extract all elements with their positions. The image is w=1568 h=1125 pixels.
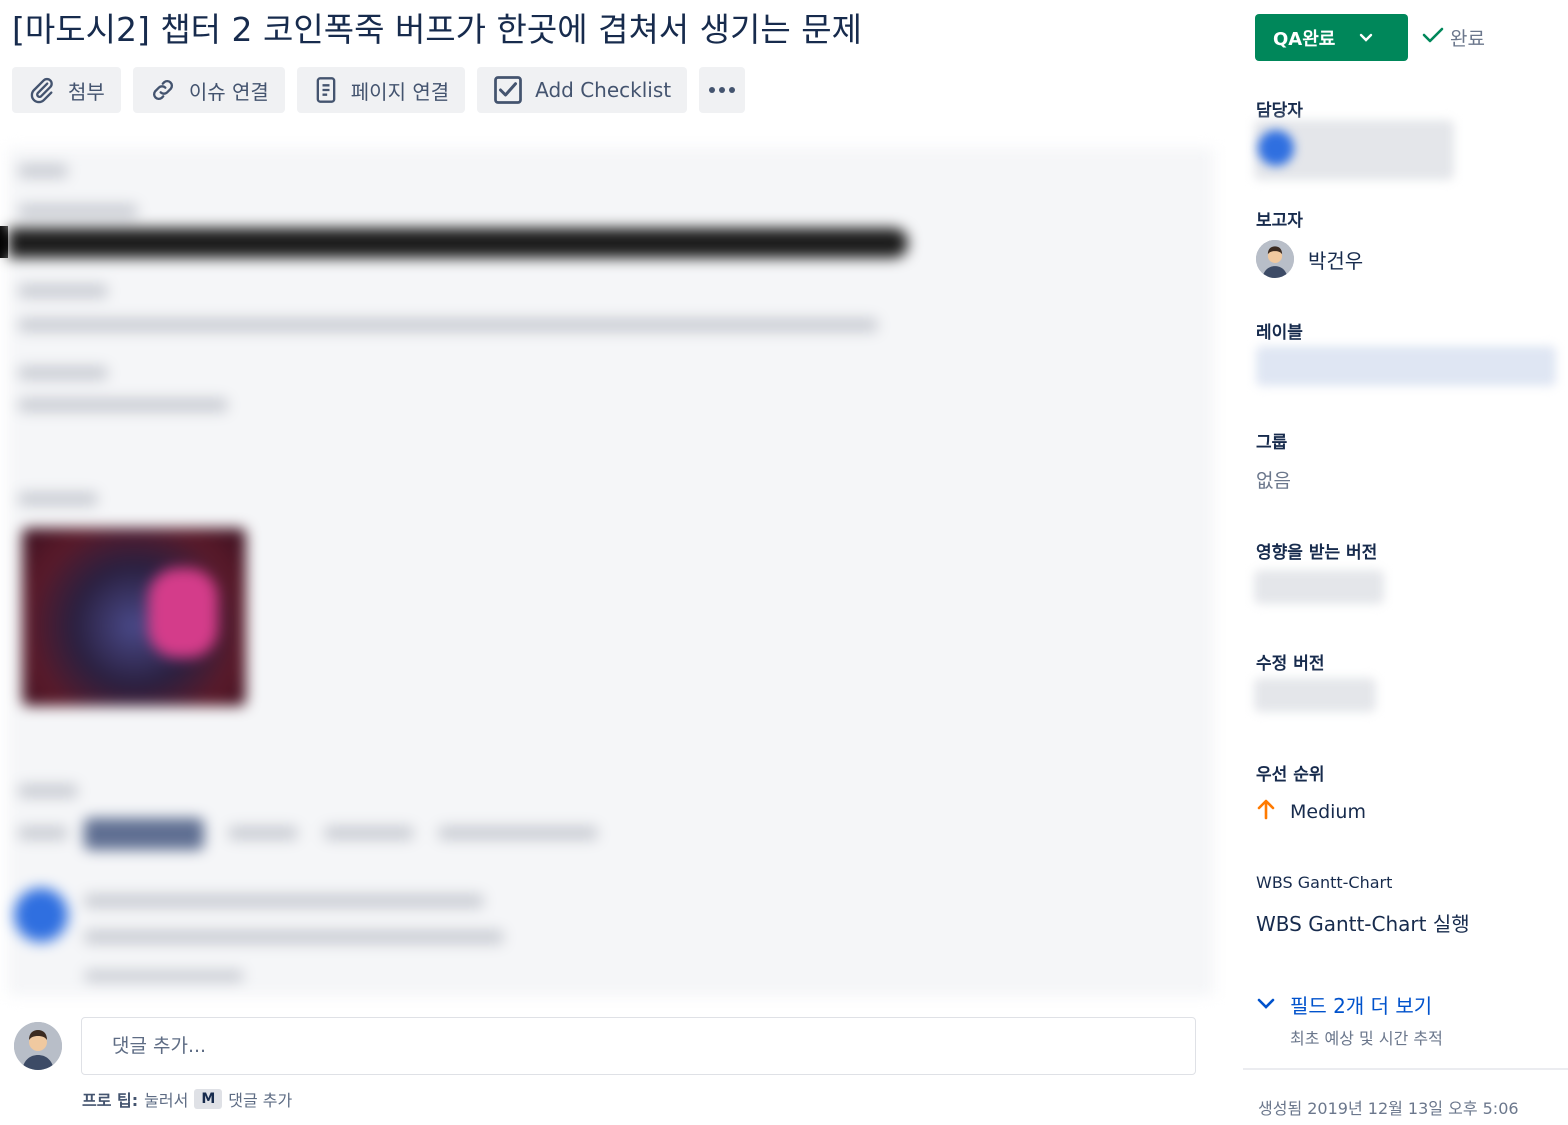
more-fields-label: 필드 2개 더 보기 bbox=[1290, 994, 1433, 1018]
protip: 프로 팁: 눌러서 M 댓글 추가 bbox=[82, 1087, 292, 1111]
created-date: 생성됨 2019년 12월 13일 오후 5:06 bbox=[1258, 1099, 1519, 1118]
more-icon bbox=[707, 85, 737, 95]
arrow-up-icon bbox=[1256, 798, 1276, 825]
chevron-down-icon bbox=[1256, 996, 1276, 1015]
attach-label: 첨부 bbox=[68, 79, 105, 104]
labels-redacted[interactable] bbox=[1256, 346, 1556, 386]
resolution: 완료 bbox=[1422, 24, 1485, 51]
add-checklist-button[interactable]: Add Checklist bbox=[477, 67, 688, 113]
current-user-avatar bbox=[14, 1022, 62, 1070]
chevron-down-icon bbox=[1359, 27, 1373, 48]
link-issue-label: 이슈 연결 bbox=[188, 79, 269, 104]
sidebar-divider bbox=[1243, 1068, 1568, 1070]
affects-version-label: 영향을 받는 버전 bbox=[1256, 543, 1378, 563]
fix-version-label: 수정 버전 bbox=[1256, 654, 1325, 674]
more-fields-sub: 최초 예상 및 시간 추적 bbox=[1290, 1029, 1443, 1048]
reporter-avatar bbox=[1256, 240, 1294, 278]
link-icon bbox=[149, 76, 177, 104]
resolution-label: 완료 bbox=[1450, 28, 1485, 50]
affects-version-redacted[interactable] bbox=[1254, 570, 1384, 604]
more-fields-text: 필드 2개 더 보기 최초 예상 및 시간 추적 bbox=[1290, 990, 1443, 1049]
link-page-button[interactable]: 페이지 연결 bbox=[296, 67, 466, 113]
comment-input-box[interactable] bbox=[81, 1017, 1196, 1075]
paperclip-icon bbox=[28, 76, 56, 104]
assignee-label: 담당자 bbox=[1256, 101, 1303, 121]
status-label: QA완료 bbox=[1273, 28, 1336, 50]
assignee-avatar bbox=[1258, 130, 1294, 166]
reporter-label: 보고자 bbox=[1256, 211, 1303, 231]
issue-toolbar: 첨부 이슈 연결 페이지 연결 Add Checklist bbox=[12, 67, 746, 113]
issue-description-redacted bbox=[8, 148, 1214, 996]
wbs-label: WBS Gantt-Chart bbox=[1256, 873, 1393, 892]
priority-field[interactable]: Medium bbox=[1256, 798, 1366, 825]
checkmark-icon bbox=[1422, 26, 1444, 49]
protip-press: 눌러서 bbox=[144, 1091, 189, 1110]
group-value[interactable]: 없음 bbox=[1256, 466, 1291, 493]
reporter-field[interactable]: 박건우 bbox=[1256, 240, 1363, 278]
attach-button[interactable]: 첨부 bbox=[12, 67, 121, 113]
more-actions-button[interactable] bbox=[699, 67, 746, 113]
add-checklist-label: Add Checklist bbox=[535, 78, 672, 102]
link-page-label: 페이지 연결 bbox=[350, 79, 450, 104]
more-fields-toggle[interactable]: 필드 2개 더 보기 최초 예상 및 시간 추적 bbox=[1256, 990, 1443, 1049]
wbs-link[interactable]: WBS Gantt-Chart 실행 bbox=[1256, 908, 1470, 937]
link-issue-button[interactable]: 이슈 연결 bbox=[132, 67, 285, 113]
labels-label: 레이블 bbox=[1256, 323, 1303, 343]
reporter-name: 박건우 bbox=[1308, 248, 1364, 273]
checkbox-icon bbox=[493, 75, 523, 105]
comment-input[interactable] bbox=[82, 1018, 1195, 1074]
fix-version-redacted[interactable] bbox=[1254, 678, 1376, 712]
protip-suffix: 댓글 추가 bbox=[228, 1091, 293, 1110]
protip-key: M bbox=[194, 1089, 223, 1109]
status-button[interactable]: QA완료 bbox=[1255, 14, 1408, 61]
group-label: 그룹 bbox=[1256, 433, 1288, 453]
page-icon bbox=[313, 76, 339, 104]
priority-value: Medium bbox=[1290, 800, 1366, 823]
redaction-edge bbox=[0, 226, 8, 258]
protip-prefix: 프로 팁: bbox=[82, 1091, 139, 1110]
priority-label: 우선 순위 bbox=[1256, 765, 1325, 785]
issue-title[interactable]: [마도시2] 챕터 2 코인폭죽 버프가 한곳에 겹쳐서 생기는 문제 bbox=[12, 8, 1232, 52]
